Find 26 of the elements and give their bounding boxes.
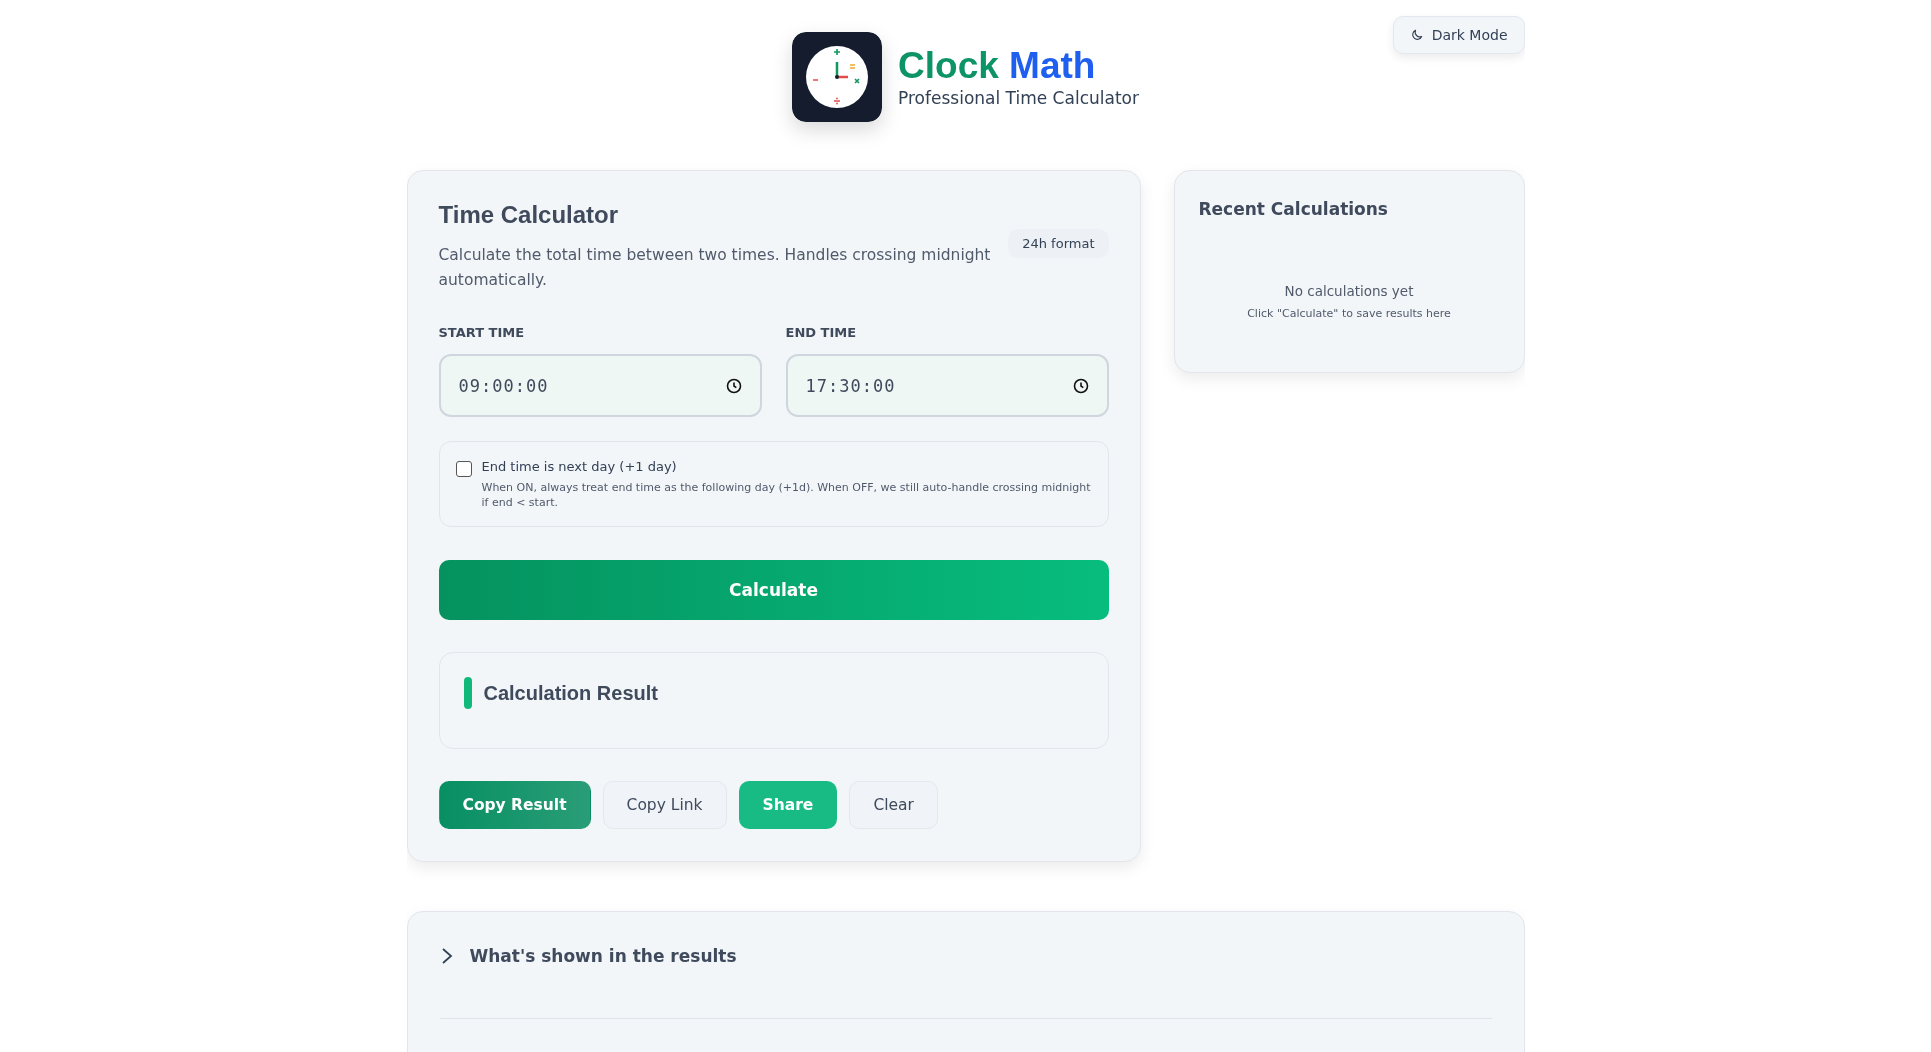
- calculator-title: Time Calculator: [438, 201, 620, 229]
- action-button[interactable]: Clear: [849, 781, 938, 829]
- moon-icon: [1409, 28, 1424, 42]
- checkbox-label: End time is next day (+1 day): [481, 459, 678, 474]
- empty-hint: Click "Calculate" to save results here: [1246, 307, 1452, 320]
- details-toggle[interactable]: What's shown in the results: [439, 946, 1492, 966]
- recent-title: Recent Calculations: [1198, 199, 1389, 219]
- action-button[interactable]: Copy Link: [602, 781, 727, 829]
- clock-icon: [1072, 377, 1089, 394]
- checkbox-hint: When ON, always treat end time as the following day (+1d). When OFF, we still auto-handle crossing midnight if end < start.: [481, 480, 1092, 510]
- accent-bar: [463, 677, 472, 709]
- calculator-description: Calculate the total time between two times. Handles crossing midnight automatically.: [438, 245, 992, 291]
- field-label: START TIME: [438, 325, 526, 340]
- clock-logo-icon: [792, 32, 883, 122]
- action-button[interactable]: Copy Result: [438, 781, 591, 829]
- empty-message: No calculations yet: [1283, 283, 1415, 299]
- dark-mode-button[interactable]: Dark Mode: [1392, 16, 1525, 54]
- site-subtitle: Professional Time Calculator: [898, 88, 1139, 109]
- checkbox[interactable]: [455, 461, 472, 477]
- result-title: Calculation Result: [483, 681, 658, 706]
- clock-icon: [725, 377, 742, 394]
- format-badge: 24h format: [1008, 229, 1109, 258]
- site-title: Clock Math: [898, 45, 1097, 87]
- time-input[interactable]: 09:00:00: [438, 354, 762, 417]
- field-label: END TIME: [785, 325, 858, 340]
- time-input[interactable]: 17:30:00: [785, 354, 1109, 417]
